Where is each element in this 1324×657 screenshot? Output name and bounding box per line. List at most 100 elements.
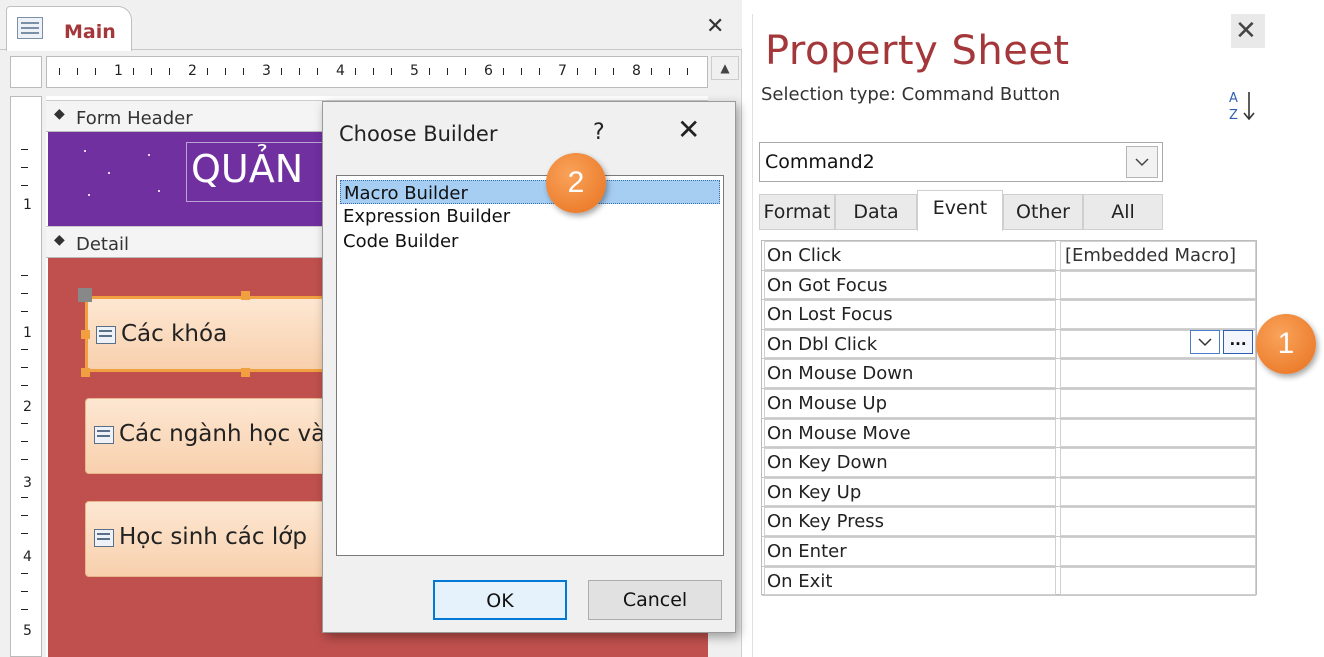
ruler-number: 1 — [23, 325, 32, 341]
property-value[interactable] — [1060, 389, 1256, 418]
step-1-badge: 1 — [1256, 314, 1316, 374]
tab-other[interactable]: Other — [1003, 194, 1083, 230]
document-tab-strip: Main ✕ — [0, 0, 742, 51]
ruler-number: 4 — [23, 549, 32, 565]
ruler-number: 3 — [262, 63, 271, 79]
scroll-up-arrow-icon[interactable]: ▲ — [711, 56, 739, 80]
property-value[interactable] — [1060, 359, 1256, 388]
resize-handle[interactable] — [81, 330, 90, 339]
property-value[interactable] — [1060, 300, 1256, 329]
property-name: On Dbl Click — [764, 329, 1056, 359]
property-sheet-title: Property Sheet — [765, 28, 1070, 74]
property-row-on-mouse-up[interactable]: On Mouse Up — [762, 389, 1256, 419]
property-row-on-dbl-click[interactable]: On Dbl Click — [762, 329, 1256, 360]
tab-all[interactable]: All — [1083, 194, 1163, 230]
property-value[interactable] — [1060, 507, 1256, 536]
property-value[interactable] — [1060, 418, 1256, 448]
selection-type-label: Selection type: Command Button — [761, 84, 1061, 105]
property-name: On Enter — [764, 537, 1056, 566]
tab-format[interactable]: Format — [759, 194, 835, 230]
command-button-label: Các khóa — [121, 321, 228, 347]
tab-data[interactable]: Data — [835, 194, 917, 230]
property-row-on-key-down[interactable]: On Key Down — [762, 448, 1256, 478]
dialog-title: Choose Builder — [339, 122, 498, 146]
command-button-label: Học sinh các lớp — [119, 524, 307, 550]
form-icon — [94, 529, 114, 547]
property-name: On Mouse Down — [764, 359, 1056, 388]
list-item-code-builder[interactable]: Code Builder — [340, 229, 720, 253]
property-row-on-lost-focus[interactable]: On Lost Focus — [762, 300, 1256, 330]
close-icon[interactable]: ✕ — [706, 16, 724, 38]
ruler-number: 2 — [188, 63, 197, 79]
ruler-number: 7 — [558, 63, 567, 79]
property-value[interactable] — [1060, 537, 1256, 566]
chevron-down-icon[interactable] — [1190, 330, 1220, 354]
help-icon[interactable]: ? — [593, 120, 605, 145]
property-value[interactable] — [1060, 566, 1256, 596]
tab-main[interactable]: Main — [6, 6, 132, 51]
property-name: On Click — [764, 241, 1056, 270]
form-icon — [17, 17, 43, 39]
ruler-number: 5 — [410, 63, 419, 79]
property-name: On Key Press — [764, 507, 1056, 536]
form-icon — [94, 426, 114, 444]
property-name: On Got Focus — [764, 270, 1056, 300]
tab-event[interactable]: Event — [917, 190, 1003, 231]
tab-main-label: Main — [64, 21, 116, 43]
resize-handle[interactable] — [241, 291, 250, 300]
ok-button[interactable]: OK — [433, 580, 567, 620]
section-arrow-icon: ◆ — [54, 106, 65, 122]
ruler-number: 8 — [632, 63, 641, 79]
ruler-number: 1 — [114, 63, 123, 79]
builder-button[interactable]: ... — [1223, 330, 1253, 354]
ruler-number: 5 — [23, 623, 32, 639]
ruler-number: 1 — [23, 197, 32, 213]
cancel-button[interactable]: Cancel — [588, 580, 722, 620]
property-row-on-mouse-down[interactable]: On Mouse Down — [762, 359, 1256, 389]
property-name: On Mouse Up — [764, 389, 1056, 418]
property-value[interactable] — [1060, 477, 1256, 507]
horizontal-ruler[interactable]: 1 2 3 4 5 6 7 8 — [46, 56, 708, 88]
property-name: On Mouse Move — [764, 418, 1056, 448]
property-value[interactable]: [Embedded Macro] — [1060, 241, 1256, 270]
property-row-on-click[interactable]: On Click [Embedded Macro] — [762, 241, 1256, 271]
property-name: On Key Down — [764, 448, 1056, 477]
sort-az-icon[interactable]: A Z — [1227, 88, 1257, 124]
property-row-on-key-press[interactable]: On Key Press — [762, 507, 1256, 537]
chevron-down-icon[interactable] — [1126, 146, 1158, 178]
property-row-on-exit[interactable]: On Exit — [762, 566, 1256, 597]
ruler-number: 2 — [23, 399, 32, 415]
property-tabs: Format Data Event Other All — [759, 190, 1163, 231]
ruler-corner[interactable] — [10, 56, 42, 88]
object-selector-dropdown[interactable]: Command2 — [759, 142, 1163, 182]
property-name: On Exit — [764, 566, 1056, 596]
ruler-number: 3 — [23, 475, 32, 491]
form-header-label: Form Header — [76, 108, 193, 129]
property-value[interactable] — [1060, 448, 1256, 477]
form-icon — [96, 326, 116, 344]
property-name: On Lost Focus — [764, 300, 1056, 329]
resize-handle[interactable] — [241, 368, 250, 377]
step-2-badge: 2 — [546, 153, 606, 213]
property-row-on-got-focus[interactable]: On Got Focus — [762, 270, 1256, 301]
detail-label: Detail — [76, 234, 130, 255]
close-icon[interactable]: ✕ — [677, 116, 700, 144]
builder-list[interactable]: Macro Builder Expression Builder Code Bu… — [336, 175, 724, 556]
close-icon[interactable]: ✕ — [1235, 18, 1257, 44]
choose-builder-dialog: Choose Builder ? ✕ Macro Builder Express… — [322, 101, 736, 633]
move-handle[interactable] — [78, 288, 92, 302]
vertical-ruler[interactable]: 1 1 2 3 4 5 — [10, 96, 42, 657]
list-item-macro-builder[interactable]: Macro Builder — [340, 180, 720, 204]
property-row-on-key-up[interactable]: On Key Up — [762, 477, 1256, 508]
list-item-expression-builder[interactable]: Expression Builder — [340, 204, 720, 228]
property-name: On Key Up — [764, 477, 1056, 507]
property-sheet-pane: ✕ Property Sheet Selection type: Command… — [752, 14, 1266, 657]
property-row-on-enter[interactable]: On Enter — [762, 537, 1256, 567]
object-selector-value: Command2 — [765, 151, 875, 173]
ruler-number: 6 — [484, 63, 493, 79]
svg-text:Z: Z — [1229, 108, 1238, 123]
resize-handle[interactable] — [81, 368, 90, 377]
property-row-on-mouse-move[interactable]: On Mouse Move — [762, 418, 1256, 449]
property-value[interactable] — [1060, 270, 1256, 300]
command-button-label: Các ngành học và — [119, 421, 326, 447]
